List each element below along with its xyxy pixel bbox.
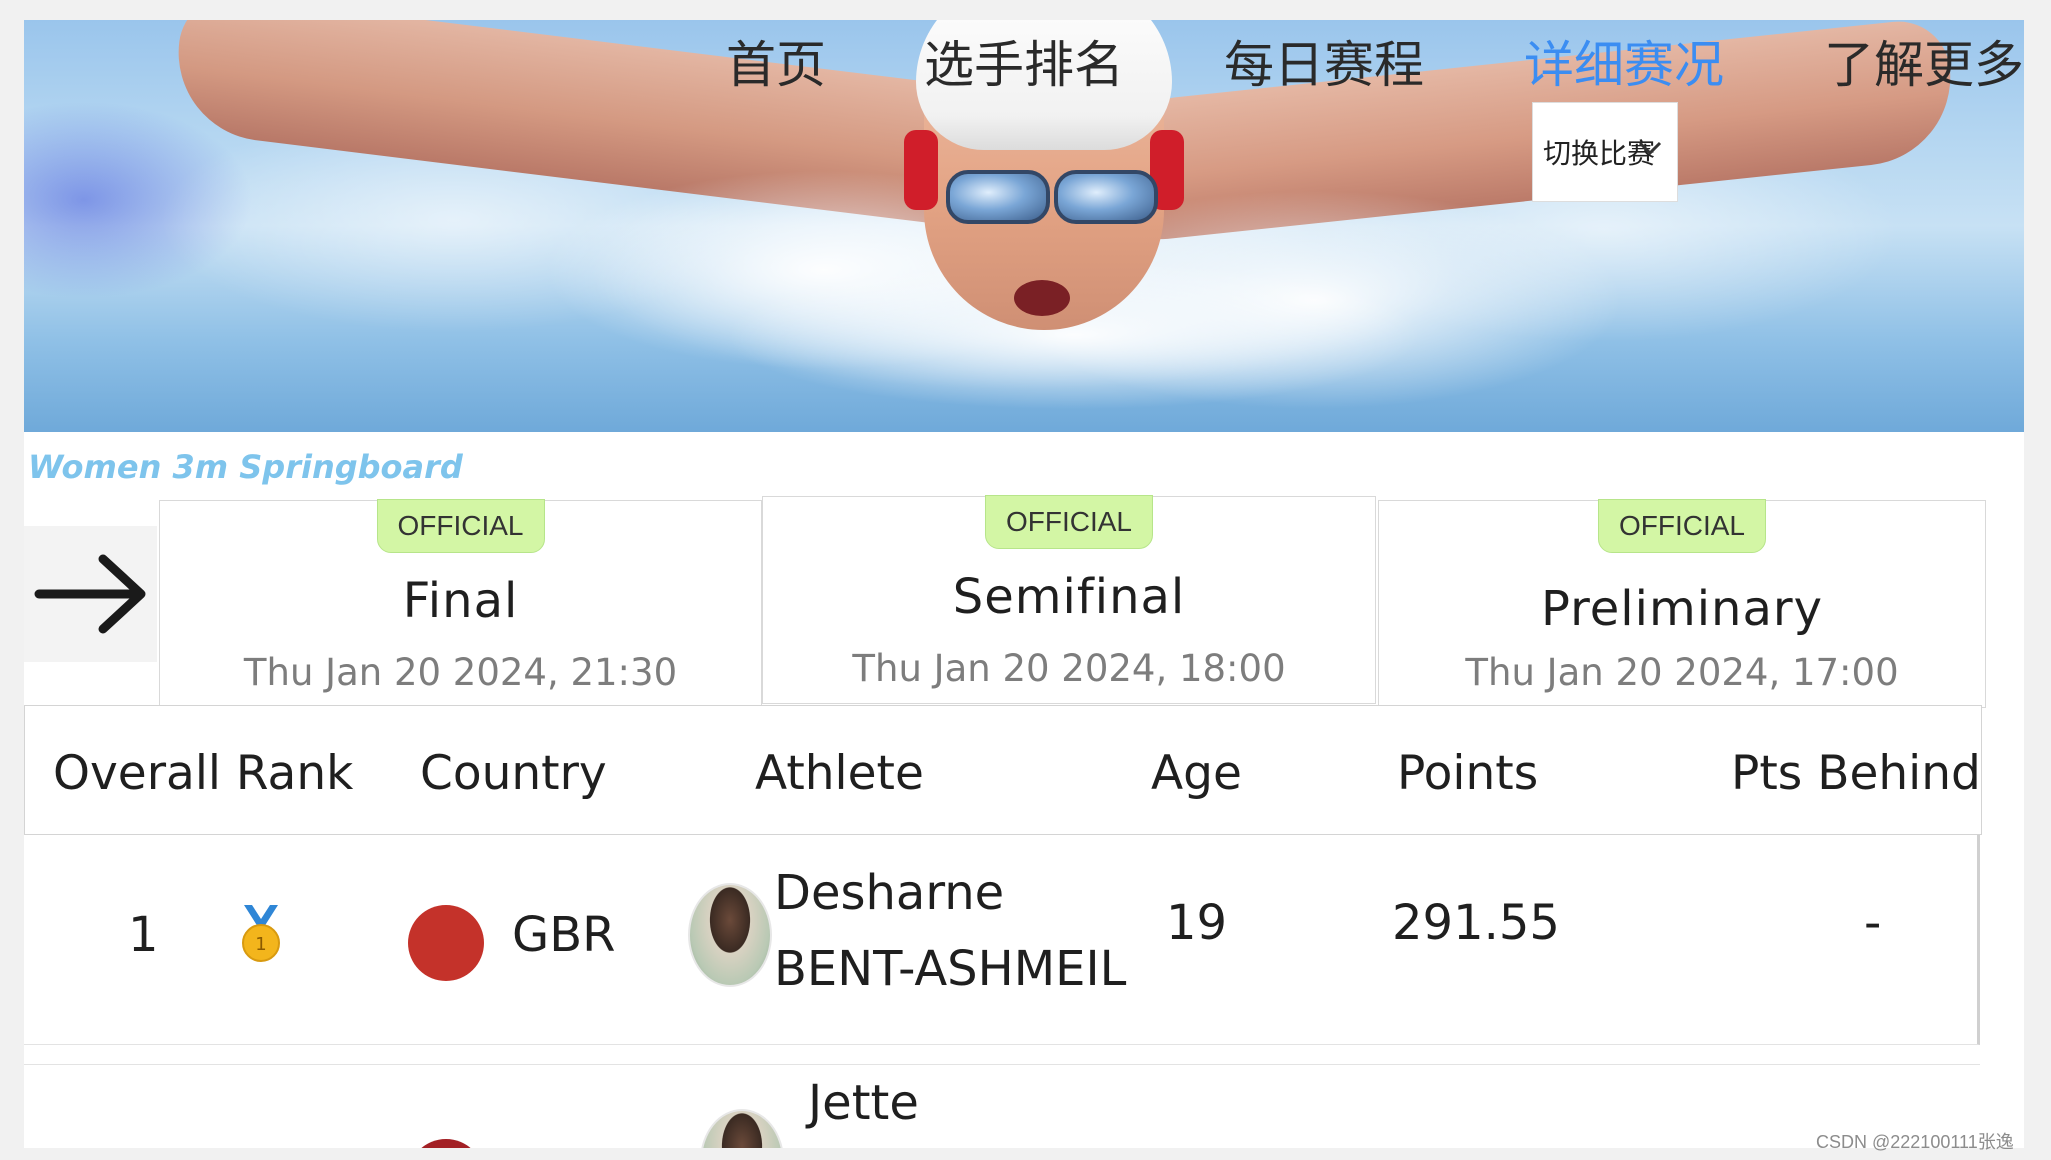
watermark: CSDN @222100111张逸 (1816, 1132, 2014, 1152)
pts-behind: - (1864, 895, 1882, 951)
column-header-points[interactable]: Points (1397, 746, 1538, 801)
overall-rank: 1 (128, 907, 159, 963)
next-phase-arrow-button[interactable] (24, 526, 157, 662)
status-badge: OFFICIAL (1597, 499, 1767, 553)
phase-card-final[interactable]: OFFICIAL Final Thu Jan 20 2024, 21:30 (159, 499, 762, 708)
column-header-athlete[interactable]: Athlete (755, 746, 924, 801)
table-row[interactable]: 1 1 GBR Desharne BENT-ASHMEIL 19 291.55 … (24, 835, 1980, 1045)
column-header-country[interactable]: Country (420, 746, 607, 801)
nav-rankings[interactable]: 选手排名 (924, 32, 1124, 98)
phase-date: Thu Jan 20 2024, 17:00 (1465, 651, 1899, 694)
nav-home[interactable]: 首页 (726, 32, 826, 98)
goggle-lens (946, 170, 1050, 224)
medal-number: 1 (255, 934, 266, 955)
results-table-header: Overall Rank Country Athlete Age Points … (24, 705, 1982, 835)
athlete-age: 19 (1166, 895, 1228, 951)
hero-banner-image: 首页 选手排名 每日赛程 详细赛况 了解更多 切换比赛 (24, 20, 2024, 432)
athlete-avatar (700, 1109, 784, 1148)
phase-name: Semifinal (952, 569, 1186, 625)
country-flag (408, 905, 484, 981)
arrow-right-icon (34, 554, 145, 634)
chevron-down-icon (1638, 141, 1662, 156)
column-header-overall-rank[interactable]: Overall Rank (53, 746, 353, 801)
status-badge: OFFICIAL (984, 495, 1154, 549)
nav-learn-more[interactable]: 了解更多 (1824, 32, 2024, 98)
nav-schedule[interactable]: 每日赛程 (1224, 32, 1424, 98)
phase-card-preliminary[interactable]: OFFICIAL Preliminary Thu Jan 20 2024, 17… (1378, 499, 1986, 708)
swim-cap-trim (904, 130, 938, 210)
gold-medal-icon: 1 (242, 905, 280, 962)
phase-date: Thu Jan 20 2024, 21:30 (243, 651, 678, 694)
phase-name: Preliminary (1540, 581, 1824, 637)
status-badge: OFFICIAL (376, 499, 545, 553)
goggle-lens (1054, 170, 1158, 224)
page: 首页 选手排名 每日赛程 详细赛况 了解更多 切换比赛 Women 3m Spr… (24, 20, 2024, 1148)
athlete-points: 291.55 (1392, 895, 1560, 951)
switch-match-dropdown[interactable]: 切换比赛 (1532, 102, 1678, 202)
country-flag (408, 1139, 484, 1148)
column-header-pts-behind[interactable]: Pts Behind (1731, 746, 1981, 801)
phase-card-semifinal[interactable]: OFFICIAL Semifinal Thu Jan 20 2024, 18:0… (762, 495, 1376, 704)
phase-date: Thu Jan 20 2024, 18:00 (852, 647, 1286, 690)
event-title: Women 3m Springboard (28, 448, 463, 486)
country-code: GBR (512, 907, 616, 963)
athlete-first-name: Jette (808, 1075, 919, 1131)
swimmer-mouth (1014, 280, 1070, 316)
nav-match-details[interactable]: 详细赛况 (1524, 32, 1724, 98)
phase-name: Final (402, 573, 519, 629)
athlete-avatar (688, 883, 772, 987)
athlete-last-name: BENT-ASHMEIL (774, 941, 1127, 997)
table-row[interactable]: Jette (24, 1064, 1980, 1148)
athlete-first-name: Desharne (774, 865, 1005, 921)
column-header-age[interactable]: Age (1151, 746, 1242, 801)
